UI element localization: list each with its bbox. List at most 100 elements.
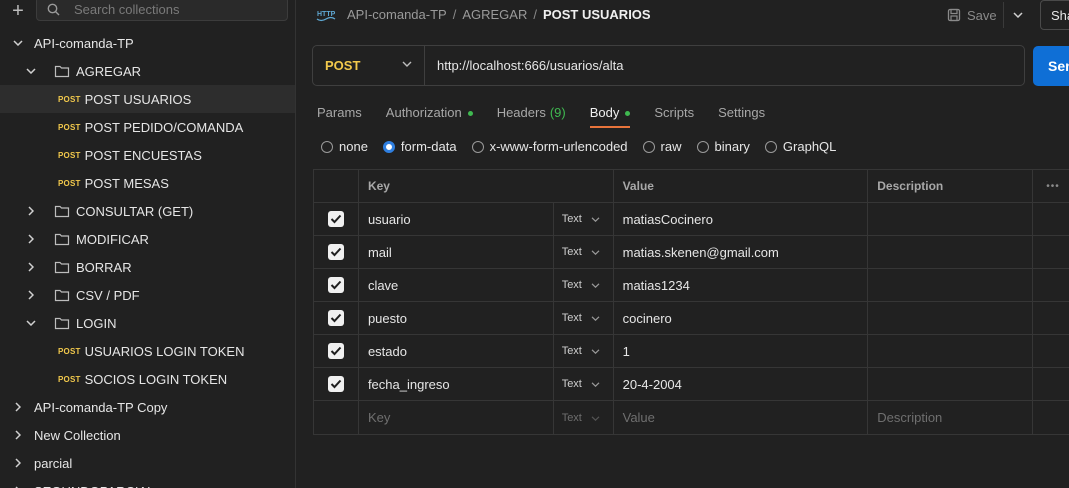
request-item[interactable]: POST POST ENCUESTAS [0,141,295,169]
key-cell[interactable]: mail [359,236,554,268]
key-cell[interactable]: puesto [359,302,554,334]
chevron-down-icon[interactable] [25,317,37,329]
description-cell[interactable]: Description [868,401,1034,434]
search-input[interactable] [74,1,264,17]
request-item[interactable]: POST POST MESAS [0,169,295,197]
radio-button[interactable] [696,140,709,153]
folder-item[interactable]: BORRAR [0,253,295,281]
folder-item[interactable]: CONSULTAR (GET) [0,197,295,225]
radio-button[interactable] [764,140,777,153]
key-cell[interactable]: usuario [359,203,554,235]
tab-settings[interactable]: Settings [718,100,765,128]
status-dot-icon [625,111,631,116]
collection-item[interactable]: API-comanda-TP [0,29,295,57]
value-cell[interactable]: 1 [614,335,869,367]
description-cell[interactable] [868,302,1034,334]
chevron-right-icon[interactable] [25,289,37,301]
breadcrumb-current[interactable]: POST USUARIOS [543,7,651,22]
save-button[interactable]: Save [947,4,997,26]
type-select[interactable]: Text [554,368,614,400]
body-type-option[interactable]: none [321,139,368,154]
chevron-right-icon[interactable] [25,205,37,217]
request-item[interactable]: POST USUARIOS LOGIN TOKEN [0,337,295,365]
radio-button[interactable] [382,140,395,153]
collection-item[interactable]: parcial [0,449,295,477]
value-cell[interactable]: matias1234 [614,269,869,301]
table-header: Key Value Description ••• [314,170,1069,203]
sidebar-toolbar: + [0,0,295,22]
type-select[interactable]: Text [554,269,614,301]
save-label: Save [967,7,997,23]
tab-authorization[interactable]: Authorization [386,100,473,128]
search-collections[interactable] [36,0,288,21]
chevron-right-icon[interactable] [12,401,24,413]
tab-headers[interactable]: Headers (9) [497,100,566,128]
tab-params[interactable]: Params [317,100,362,128]
body-type-option[interactable]: GraphQL [764,139,837,154]
description-cell[interactable] [868,236,1034,268]
save-options-button[interactable] [1003,2,1031,28]
chevron-down-icon[interactable] [25,65,37,77]
collection-item[interactable]: SEGUNDOPARCIAL [0,477,295,488]
key-cell[interactable]: estado [359,335,554,367]
new-collection-button[interactable]: + [0,0,36,22]
description-cell[interactable] [868,269,1034,301]
type-select[interactable]: Text [554,335,614,367]
row-spacer [1033,269,1069,301]
description-cell[interactable] [868,368,1034,400]
body-type-option[interactable]: binary [696,139,750,154]
collection-item[interactable]: New Collection [0,421,295,449]
folder-item[interactable]: CSV / PDF [0,281,295,309]
method-select[interactable]: POST [313,46,425,85]
row-checkbox[interactable] [327,244,344,260]
value-cell[interactable]: Value [614,401,869,434]
row-checkbox[interactable] [327,343,344,359]
value-cell[interactable]: 20-4-2004 [614,368,869,400]
tab-label: Headers [496,105,546,120]
type-select[interactable]: Text [554,203,614,235]
more-options-icon[interactable]: ••• [1033,170,1069,202]
breadcrumb-folder[interactable]: AGREGAR [462,7,527,22]
tab-body[interactable]: Body [589,100,631,128]
value-cell[interactable]: matiasCocinero [614,203,869,235]
breadcrumb-collection[interactable]: API-comanda-TP [347,7,447,22]
row-checkbox[interactable] [327,277,344,293]
description-cell[interactable] [868,203,1034,235]
request-item[interactable]: POST POST USUARIOS [0,85,295,113]
folder-item[interactable]: LOGIN [0,309,295,337]
chevron-right-icon[interactable] [12,429,24,441]
chevron-right-icon[interactable] [12,457,24,469]
body-type-option[interactable]: form-data [382,139,457,154]
key-cell[interactable]: Key [359,401,554,434]
chevron-right-icon[interactable] [25,233,37,245]
folder-item[interactable]: AGREGAR [0,57,295,85]
key-cell[interactable]: fecha_ingreso [359,368,554,400]
type-select[interactable]: Text [554,302,614,334]
row-checkbox[interactable] [327,310,344,326]
body-type-option[interactable]: raw [642,139,682,154]
send-button[interactable]: Send [1033,46,1069,86]
radio-button[interactable] [471,140,484,153]
key-cell[interactable]: clave [359,269,554,301]
type-select[interactable]: Text [554,236,614,268]
value-cell[interactable]: matias.skenen@gmail.com [614,236,869,268]
description-cell[interactable] [868,335,1034,367]
row-checkbox[interactable] [327,211,344,227]
radio-button[interactable] [642,140,655,153]
row-checkbox[interactable] [327,376,344,392]
folder-item[interactable]: MODIFICAR [0,225,295,253]
share-button[interactable]: Share [1040,0,1069,30]
body-type-option[interactable]: x-www-form-urlencoded [471,139,628,154]
radio-button[interactable] [321,140,333,153]
type-select[interactable]: Text [554,401,614,434]
request-item[interactable]: POST POST PEDIDO/COMANDA [0,113,295,141]
value-cell[interactable]: cocinero [614,302,869,334]
request-item[interactable]: POST SOCIOS LOGIN TOKEN [0,365,295,393]
body-type-label: GraphQL [782,139,837,154]
collection-item[interactable]: API-comanda-TP Copy [0,393,295,421]
tab-scripts[interactable]: Scripts [654,100,694,128]
folder-icon [54,232,70,246]
chevron-right-icon[interactable] [25,261,37,273]
chevron-down-icon[interactable] [12,37,24,49]
url-input[interactable]: http://localhost:666/usuarios/alta [425,58,623,73]
